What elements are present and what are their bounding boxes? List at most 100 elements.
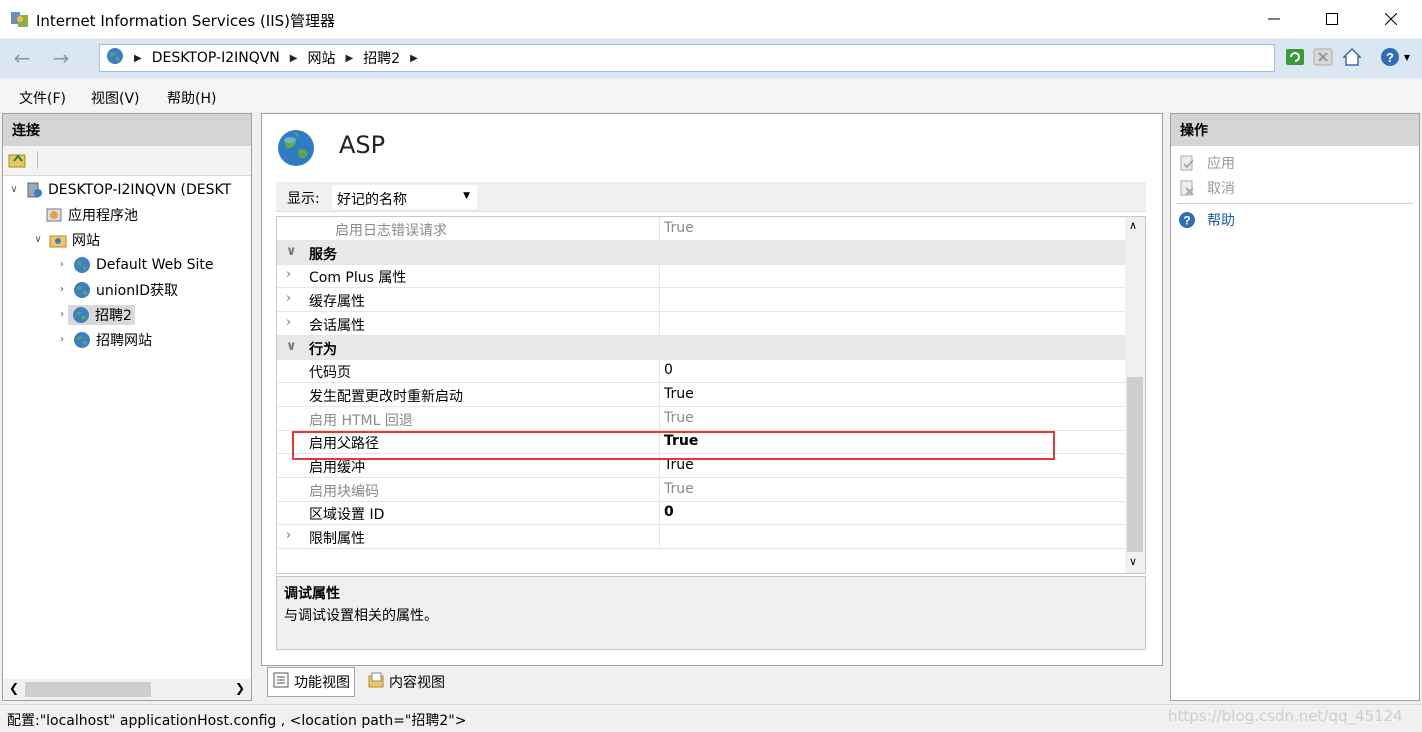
scroll-right-icon[interactable]: ❯ [235, 681, 245, 695]
property-row[interactable]: › 限制属性 [277, 525, 1125, 550]
expand-chevron-icon[interactable]: › [286, 315, 291, 330]
property-grid[interactable]: 启用日志错误请求 True ∨ 服务 › Com Plus 属性 › 缓存属性 › 会话属性 ∨ 行为… [276, 216, 1146, 574]
actions-divider [1177, 203, 1413, 204]
back-button[interactable]: ← [6, 44, 38, 72]
display-mode-select[interactable]: 好记的名称 ▼ [332, 185, 477, 209]
property-row[interactable]: 启用块编码 True [277, 477, 1125, 502]
collapse-chevron-icon[interactable]: ∨ [8, 184, 20, 195]
connect-button[interactable] [8, 151, 28, 173]
home-button[interactable] [1340, 45, 1364, 69]
help-menu-button[interactable]: ? ▼ [1375, 45, 1415, 69]
horizontal-scrollbar[interactable]: ❮ ❯ [3, 679, 251, 700]
close-button[interactable] [1362, 0, 1420, 38]
cancel-action[interactable]: 取消 [1177, 177, 1235, 199]
globe-icon [72, 255, 92, 275]
tree-site-item[interactable]: › unionID获取 [8, 277, 251, 302]
server-icon [24, 180, 44, 200]
description-panel: 调试属性 与调试设置相关的属性。 [276, 576, 1146, 650]
property-value[interactable]: True [664, 410, 694, 426]
expand-chevron-icon[interactable]: › [286, 267, 291, 282]
stop-icon [1313, 48, 1333, 66]
property-row[interactable]: 启用 HTML 回退 True [277, 406, 1125, 431]
scrollbar-thumb[interactable] [1127, 377, 1143, 552]
scrollbar-thumb[interactable] [25, 682, 151, 697]
refresh-button[interactable] [1283, 45, 1307, 69]
page-title: ASP [339, 131, 386, 159]
globe-icon [72, 280, 92, 300]
column-divider [659, 217, 660, 241]
collapse-chevron-icon[interactable]: ∨ [32, 234, 44, 245]
expand-chevron-icon[interactable]: › [56, 334, 68, 345]
column-divider [659, 311, 660, 336]
apply-action[interactable]: 应用 [1177, 152, 1235, 174]
property-name: 服务 [309, 246, 337, 263]
breadcrumb-sites[interactable]: 网站 [307, 48, 335, 68]
breadcrumb-server[interactable]: DESKTOP-I2INQVN [152, 50, 280, 66]
scroll-down-icon[interactable]: ∨ [1129, 555, 1137, 568]
tree-site-item[interactable]: › 招聘网站 [8, 327, 251, 352]
property-category-row[interactable]: ∨ 行为 [277, 335, 1125, 360]
help-action[interactable]: ? 帮助 [1177, 209, 1235, 231]
property-row[interactable]: › 缓存属性 [277, 288, 1125, 313]
menu-file[interactable]: 文件(F) [19, 88, 66, 108]
tree-server-label: DESKTOP-I2INQVN (DESKT [48, 181, 232, 198]
property-row[interactable]: 发生配置更改时重新启动 True [277, 382, 1125, 407]
expand-chevron-icon[interactable]: › [56, 284, 68, 295]
stop-button[interactable] [1311, 45, 1335, 69]
display-filter-bar: 显示: 好记的名称 ▼ [276, 182, 1146, 212]
property-category-row[interactable]: ∨ 服务 [277, 240, 1125, 265]
expand-chevron-icon[interactable]: › [286, 291, 291, 306]
globe-icon [72, 330, 92, 350]
maximize-button[interactable] [1303, 0, 1361, 38]
property-row[interactable]: › Com Plus 属性 [277, 264, 1125, 289]
forward-button[interactable]: → [45, 44, 77, 72]
feature-panel: ASP 显示: 好记的名称 ▼ 启用日志错误请求 True ∨ 服务 › Com Plus… [261, 113, 1163, 666]
property-value[interactable]: 0 [664, 362, 673, 378]
tab-content-view[interactable]: 内容视图 [363, 667, 449, 697]
scroll-left-icon[interactable]: ❮ [9, 681, 19, 695]
tab-features-view[interactable]: 功能视图 [267, 667, 355, 697]
globe-icon [106, 47, 124, 69]
property-row[interactable]: 区域设置 ID 0 [277, 501, 1125, 526]
close-icon [1385, 13, 1397, 25]
breadcrumb-site[interactable]: 招聘2 [363, 48, 400, 68]
menu-bar: 文件(F) 视图(V) 帮助(H) [0, 80, 1422, 112]
tree-sites[interactable]: ∨ 网站 [8, 227, 251, 252]
menu-view[interactable]: 视图(V) [91, 88, 140, 108]
scroll-up-icon[interactable]: ∧ [1129, 219, 1137, 232]
breadcrumb[interactable]: ▶ DESKTOP-I2INQVN ▶ 网站 ▶ 招聘2 ▶ [99, 44, 1275, 72]
column-divider [659, 525, 660, 550]
column-divider [659, 264, 660, 289]
tree-server[interactable]: ∨ DESKTOP-I2INQVN (DESKT [8, 177, 251, 202]
property-name: 启用 HTML 回退 [309, 412, 413, 429]
globe-icon [71, 305, 91, 325]
dropdown-arrow-icon: ▼ [1403, 52, 1411, 62]
property-name: 启用日志错误请求 [335, 223, 447, 239]
app-pool-icon [44, 205, 64, 225]
property-value[interactable]: True [664, 481, 694, 497]
collapse-chevron-icon[interactable]: ∨ [286, 339, 297, 354]
tree-site-item[interactable]: › Default Web Site [8, 252, 251, 277]
refresh-icon [1286, 49, 1304, 65]
expand-chevron-icon[interactable]: › [56, 309, 68, 320]
property-row[interactable]: › 会话属性 [277, 311, 1125, 336]
minimize-button[interactable] [1245, 0, 1303, 38]
collapse-chevron-icon[interactable]: ∨ [286, 244, 297, 259]
tree-app-pools[interactable]: 应用程序池 [8, 202, 251, 227]
address-bar: ← → ▶ DESKTOP-I2INQVN ▶ 网站 ▶ 招聘2 ▶ ? ▼ [0, 39, 1422, 78]
menu-help[interactable]: 帮助(H) [167, 88, 216, 108]
property-value[interactable]: True [664, 220, 694, 236]
vertical-scrollbar[interactable]: ∧ ∨ [1125, 217, 1145, 573]
help-icon: ? [1380, 48, 1399, 66]
property-row[interactable]: 启用日志错误请求 True [277, 217, 1125, 241]
tree-site-item-selected[interactable]: › 招聘2 [8, 302, 251, 327]
property-row[interactable]: 代码页 0 [277, 359, 1125, 384]
property-value[interactable]: True [664, 386, 694, 402]
expand-chevron-icon[interactable]: › [286, 528, 291, 543]
breadcrumb-separator-icon: ▶ [345, 52, 354, 64]
help-label: 帮助 [1207, 213, 1235, 229]
expand-chevron-icon[interactable]: › [56, 259, 68, 270]
property-value[interactable]: 0 [664, 504, 674, 520]
svg-text:?: ? [1183, 214, 1190, 228]
tree-site-label: 招聘网站 [96, 332, 152, 349]
